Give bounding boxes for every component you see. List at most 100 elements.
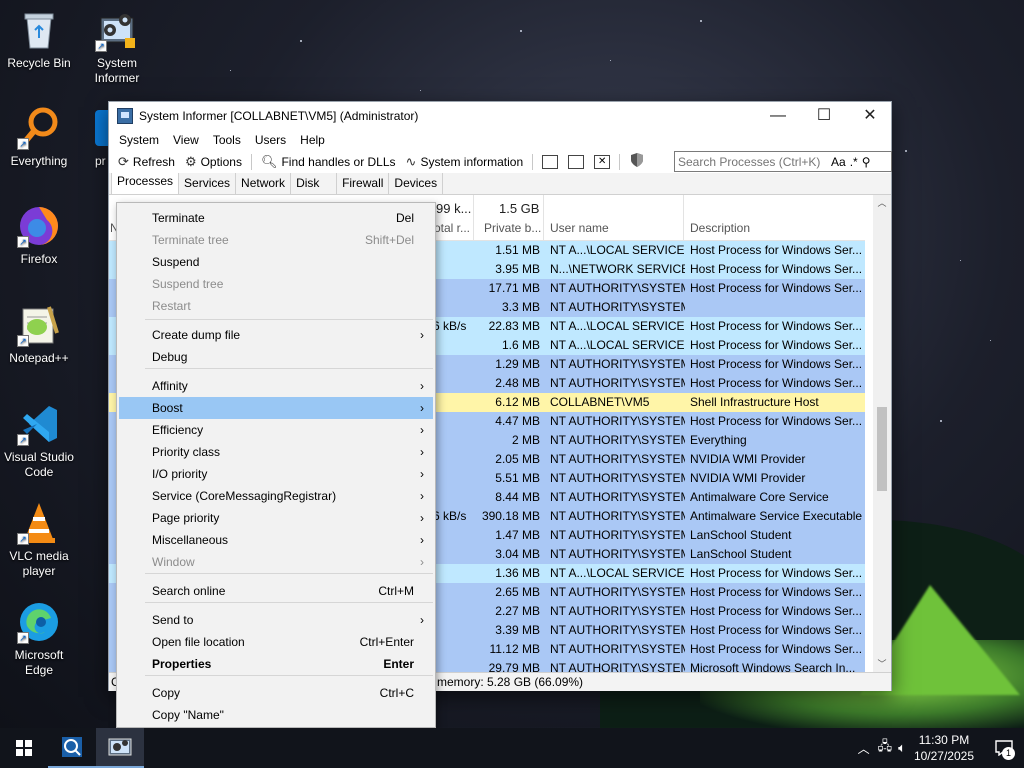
clock[interactable]: 11:30 PM 10/27/2025	[914, 732, 974, 764]
everything-icon: ↗	[17, 106, 61, 150]
system-information-button[interactable]: ∿ System information	[401, 151, 529, 172]
desktop-icon-partial[interactable]: pr	[79, 106, 109, 169]
desktop-icon-edge[interactable]: ↗ Microsoft Edge	[1, 600, 77, 678]
scroll-up-icon[interactable]: ︿	[873, 195, 891, 211]
description-cell: NVIDIA WMI Provider	[690, 452, 806, 466]
menu-item-efficiency[interactable]: Efficiency ›	[119, 419, 433, 441]
volume-muted-icon[interactable]: 🔈︎	[898, 740, 906, 756]
match-case-toggle[interactable]: Aa	[831, 155, 846, 169]
description-cell: Host Process for Windows Ser...	[690, 414, 863, 428]
menu-item-boost[interactable]: Boost ›	[119, 397, 433, 419]
private-bytes-cell: 1.36 MB	[495, 566, 540, 580]
column-divider	[543, 195, 544, 241]
user-name-cell: NT AUTHORITY\SYSTEM	[550, 623, 685, 637]
toolbar: ⟳ Refresh ⚙ Options 🔍︎ Find handles or DLLs…	[109, 150, 892, 173]
menu-item-label: Send to	[152, 613, 194, 627]
scroll-down-icon[interactable]: ﹀	[873, 656, 891, 672]
header-user-name[interactable]: User name	[550, 221, 609, 235]
menu-tools[interactable]: Tools	[206, 133, 248, 147]
shortcut-arrow-icon: ↗	[17, 533, 29, 545]
taskbar: ︿ 🖧 🔈︎ 11:30 PM 10/27/2025 1	[0, 728, 1024, 768]
refresh-button[interactable]: ⟳ Refresh	[113, 151, 180, 172]
tab-services[interactable]: Services	[178, 172, 237, 194]
search-icon[interactable]: ⚲	[862, 155, 871, 169]
menu-item-suspend[interactable]: Suspend	[119, 251, 433, 273]
tab-firewall[interactable]: Firewall	[336, 172, 390, 194]
minimize-button[interactable]: —	[755, 102, 801, 130]
title-bar[interactable]: System Informer [COLLABNET\VM5] (Adminis…	[109, 102, 891, 130]
regex-toggle[interactable]: .*	[850, 155, 858, 169]
user-name-cell: NT A...\LOCAL SERVICE	[550, 319, 685, 333]
desktop-icon-system-informer[interactable]: ↗ System Informer	[79, 8, 155, 86]
search-box[interactable]: Aa .* ⚲	[674, 151, 892, 172]
network-icon[interactable]: 🖧	[878, 737, 893, 759]
menu-item-miscellaneous[interactable]: Miscellaneous ›	[119, 529, 433, 551]
start-button[interactable]	[0, 728, 48, 768]
menu-item-service-coremessagingregistrar[interactable]: Service (CoreMessagingRegistrar) ›	[119, 485, 433, 507]
vertical-scrollbar[interactable]: ︿ ﹀	[873, 195, 891, 672]
menu-item-open-file-location[interactable]: Open file location Ctrl+Enter	[119, 631, 433, 653]
description-cell: NVIDIA WMI Provider	[690, 471, 806, 485]
tab-devices[interactable]: Devices	[388, 172, 444, 194]
desktop-icon-vscode[interactable]: ↗ Visual Studio Code	[1, 402, 77, 480]
menu-item-shortcut: Enter	[383, 657, 414, 671]
desktop-icon-label: Firefox	[20, 252, 58, 266]
menu-item-label: Properties	[152, 657, 212, 671]
edge-icon: ↗	[17, 600, 61, 644]
notification-center-button[interactable]: 1	[984, 728, 1024, 768]
private-bytes-cell: 3.39 MB	[495, 623, 540, 637]
menu-view[interactable]: View	[166, 133, 206, 147]
tab-disk[interactable]: Disk	[290, 172, 338, 194]
menu-system[interactable]: System	[112, 133, 166, 147]
private-bytes-cell: 1.47 MB	[495, 528, 540, 542]
find-window-icon[interactable]	[568, 154, 585, 169]
desktop-icon-everything[interactable]: ↗ Everything	[1, 106, 77, 169]
menu-item-shortcut: Ctrl+C	[379, 686, 414, 700]
scrollbar-thumb[interactable]	[877, 407, 887, 491]
desktop-icon-firefox[interactable]: ↗ Firefox	[1, 204, 77, 267]
menu-separator	[145, 602, 433, 603]
menu-item-page-priority[interactable]: Page priority ›	[119, 507, 433, 529]
chevron-up-icon[interactable]: ︿	[858, 740, 870, 757]
find-handles-button[interactable]: 🔍︎ Find handles or DLLs	[256, 151, 401, 172]
taskbar-search-app[interactable]	[48, 728, 96, 768]
desktop-icon-notepadpp[interactable]: ↗ Notepad++	[1, 303, 77, 366]
menu-item-i-o-priority[interactable]: I/O priority ›	[119, 463, 433, 485]
shortcut-arrow-icon: ↗	[17, 335, 29, 347]
options-button[interactable]: ⚙ Options	[180, 151, 247, 172]
menu-separator	[145, 319, 433, 320]
refresh-label: Refresh	[132, 154, 175, 169]
menu-item-properties[interactable]: Properties Enter	[119, 653, 433, 675]
menu-item-create-dump-file[interactable]: Create dump file ›	[119, 324, 433, 346]
header-private-bytes[interactable]: Private b...	[484, 221, 541, 235]
taskbar-system-informer[interactable]	[96, 728, 144, 768]
submenu-arrow-icon: ›	[420, 401, 424, 415]
menu-item-search-online[interactable]: Search online Ctrl+M	[119, 580, 433, 602]
desktop-icon-recycle-bin[interactable]: Recycle Bin	[1, 8, 77, 71]
menu-help[interactable]: Help	[293, 133, 332, 147]
menu-item-copy[interactable]: Copy Ctrl+C	[119, 682, 433, 704]
header-description[interactable]: Description	[690, 221, 750, 235]
search-input[interactable]	[678, 154, 828, 169]
menu-item-terminate[interactable]: Terminate Del	[119, 207, 433, 229]
maximize-button[interactable]: ☐	[801, 102, 847, 130]
menu-item-affinity[interactable]: Affinity ›	[119, 375, 433, 397]
menu-item-send-to[interactable]: Send to ›	[119, 609, 433, 631]
tab-processes[interactable]: Processes	[111, 170, 180, 194]
header-io-total[interactable]: otal r...	[434, 221, 470, 235]
menu-item-priority-class[interactable]: Priority class ›	[119, 441, 433, 463]
menu-item-debug[interactable]: Debug	[119, 346, 433, 368]
menu-item-copy-name[interactable]: Copy "Name"	[119, 704, 433, 726]
menu-users[interactable]: Users	[248, 133, 293, 147]
private-bytes-cell: 2.65 MB	[495, 585, 540, 599]
shield-icon[interactable]	[629, 152, 645, 171]
window-icon[interactable]	[542, 154, 559, 169]
user-name-cell: NT AUTHORITY\SYSTEM	[550, 357, 685, 371]
desktop-icon-vlc[interactable]: ↗ VLC media player	[1, 501, 77, 579]
close-button[interactable]: ✕	[847, 102, 893, 130]
tab-network[interactable]: Network	[235, 172, 292, 194]
private-bytes-cell: 1.51 MB	[495, 243, 540, 257]
menu-item-label: I/O priority	[152, 467, 208, 481]
close-box-icon[interactable]: ✕	[594, 154, 611, 169]
description-cell: LanSchool Student	[690, 528, 792, 542]
